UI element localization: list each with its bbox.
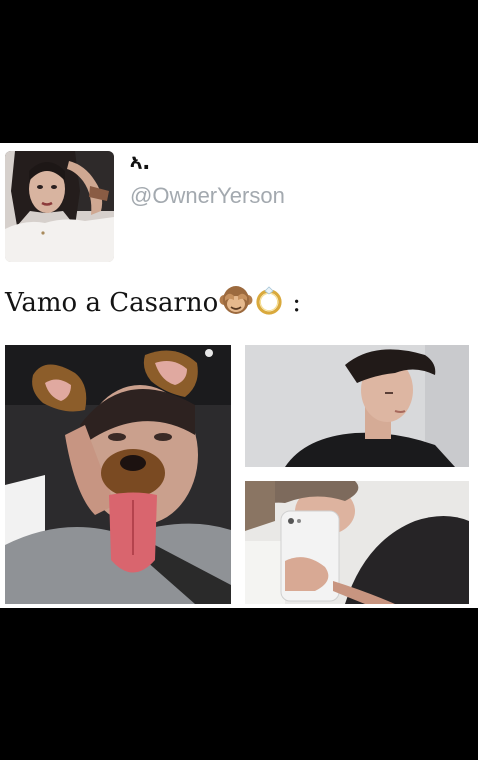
photo-top-right-image xyxy=(245,345,469,467)
tweet-text-colon: : xyxy=(292,288,302,318)
user-handle[interactable]: @OwnerYerson xyxy=(130,183,285,209)
display-name[interactable]: ኣ. xyxy=(130,150,150,174)
avatar[interactable] xyxy=(5,151,114,262)
photo-bottom-right-image xyxy=(245,481,469,604)
ring-icon xyxy=(254,285,284,322)
photo-main[interactable] xyxy=(5,345,231,604)
tweet-text: Vamo a Casarno : xyxy=(5,283,301,323)
photo-main-image xyxy=(5,345,231,604)
avatar-image xyxy=(5,151,114,262)
tweet-text-body: Vamo a Casarno xyxy=(5,288,219,318)
photo-top-right[interactable] xyxy=(245,345,469,467)
photo-bottom-right[interactable] xyxy=(245,481,469,604)
see-no-evil-monkey-icon xyxy=(219,285,253,322)
